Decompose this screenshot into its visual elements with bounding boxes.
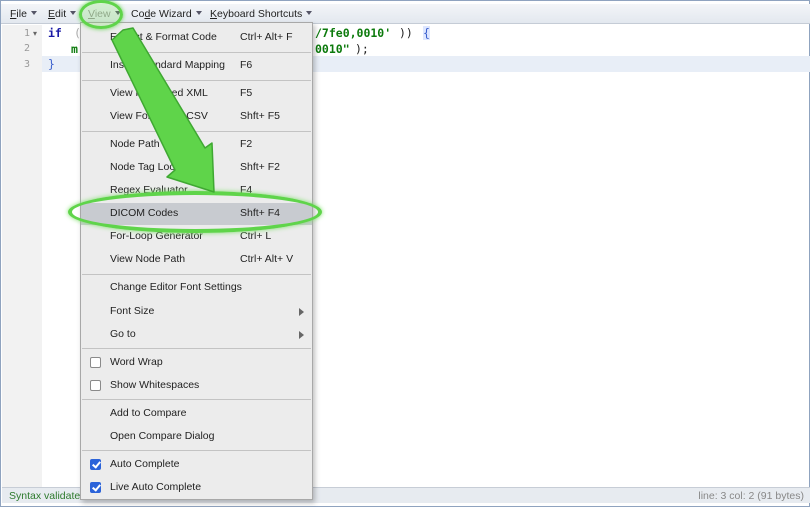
menu-item-label: View Node Path	[110, 253, 186, 265]
code-line2-string: 0010"	[315, 42, 350, 56]
show-whitespaces-checkbox[interactable]	[90, 380, 101, 391]
menu-item-label: Node Path Lookup	[110, 138, 197, 150]
menu-item-shortcut: F2	[240, 138, 253, 150]
cursor-position: line: 3 col: 2 (91 bytes)	[698, 490, 804, 502]
menu-item-extract-format-code[interactable]: Extract & Format Code Ctrl+ Alt+ F	[81, 27, 312, 49]
menu-item-auto-complete[interactable]: Auto Complete	[81, 454, 312, 476]
code-wizard-pre: Co	[131, 8, 145, 20]
menu-separator	[82, 348, 311, 349]
menu-item-add-to-compare[interactable]: Add to Compare	[81, 403, 312, 425]
menu-separator	[82, 80, 311, 81]
menu-item-open-compare-dialog[interactable]: Open Compare Dialog	[81, 426, 312, 448]
file-caret-icon	[30, 11, 37, 15]
code-close-parens: ))	[399, 26, 413, 40]
word-wrap-checkbox[interactable]	[90, 357, 101, 368]
menu-item-node-tag-lookup[interactable]: Node Tag Lookup Shft+ F2	[81, 157, 312, 179]
menu-item-live-auto-complete[interactable]: Live Auto Complete	[81, 477, 312, 499]
menu-item-shortcut: Ctrl+ Alt+ V	[240, 253, 294, 265]
menu-item-shortcut: Shft+ F5	[240, 110, 280, 122]
menu-item-label: Font Size	[110, 305, 155, 317]
menu-item-shortcut: F6	[240, 59, 253, 71]
code-wizard-caret-icon	[195, 11, 202, 15]
menu-item-label: Open Compare Dialog	[110, 430, 215, 442]
menu-item-shortcut: F5	[240, 87, 253, 99]
code-wizard-label: e Wizard	[150, 8, 192, 20]
menu-item-shortcut: Ctrl+ L	[240, 230, 272, 242]
menu-item-label: Node Tag Lookup	[110, 161, 193, 173]
line-number-gutter: 1 ▾ 2 3	[2, 25, 42, 487]
file-menu-label: ile	[16, 8, 27, 20]
code-open-brace: {	[423, 26, 430, 40]
file-menu[interactable]: File	[10, 8, 37, 22]
code-close-brace: }	[48, 57, 55, 71]
menu-item-go-to[interactable]: Go to	[81, 324, 312, 346]
menu-item-label: Insert Standard Mapping	[110, 59, 225, 71]
menu-item-font-size[interactable]: Font Size	[81, 301, 312, 323]
menu-item-label: Change Editor Font Settings	[110, 281, 242, 293]
menu-separator	[82, 131, 311, 132]
code-keyword-if: if	[48, 26, 62, 40]
menu-item-label: Extract & Format Code	[110, 31, 217, 43]
menu-item-label: Auto Complete	[110, 458, 180, 470]
menu-separator	[82, 52, 311, 53]
menu-item-label: Live Auto Complete	[110, 481, 202, 493]
menu-separator	[82, 450, 311, 451]
code-line2-start: m	[71, 42, 78, 56]
menu-item-label: View Formatted CSV	[110, 110, 208, 122]
keyboard-shortcuts-menu[interactable]: Keyboard Shortcuts	[210, 8, 313, 22]
live-auto-complete-checkbox[interactable]	[90, 482, 101, 493]
view-dropdown-menu: Extract & Format Code Ctrl+ Alt+ F Inser…	[80, 22, 313, 500]
menu-item-insert-standard-mapping[interactable]: Insert Standard Mapping F6	[81, 55, 312, 77]
code-wizard-menu[interactable]: Code Wizard	[131, 8, 202, 22]
keyboard-shortcuts-caret-icon	[306, 11, 313, 15]
fold-toggle-icon[interactable]: ▾	[33, 29, 37, 38]
edit-menu-label: dit	[55, 8, 67, 20]
syntax-status: Syntax validated	[9, 490, 87, 502]
keyboard-shortcuts-mnemonic: K	[210, 8, 218, 20]
edit-caret-icon	[70, 11, 77, 15]
menu-item-label: View Formatted XML	[110, 87, 208, 99]
edit-menu-mnemonic: E	[48, 8, 56, 20]
menu-item-view-formatted-csv[interactable]: View Formatted CSV Shft+ F5	[81, 106, 312, 128]
menu-item-shortcut: Ctrl+ Alt+ F	[240, 31, 293, 43]
view-menu-highlight-ellipse	[79, 0, 123, 29]
edit-menu[interactable]: Edit	[48, 8, 77, 22]
code-string-fragment: /7fe0,0010'	[315, 26, 392, 40]
submenu-arrow-icon	[299, 331, 304, 339]
menu-item-view-formatted-xml[interactable]: View Formatted XML F5	[81, 83, 312, 105]
submenu-arrow-icon	[299, 308, 304, 316]
line-number: 2	[23, 43, 30, 54]
menu-item-label: Add to Compare	[110, 407, 187, 419]
dicom-codes-highlight-ellipse	[68, 191, 322, 233]
keyboard-shortcuts-label: eyboard Shortcuts	[217, 8, 303, 20]
line-number: 3	[23, 59, 30, 70]
menu-item-label: Word Wrap	[110, 356, 163, 368]
menu-item-label: Show Whitespaces	[110, 379, 200, 391]
code-line2-tail: );	[355, 42, 369, 56]
menu-item-shortcut: Shft+ F2	[240, 161, 280, 173]
menu-item-label: Go to	[110, 328, 136, 340]
auto-complete-checkbox[interactable]	[90, 459, 101, 470]
menu-item-word-wrap[interactable]: Word Wrap	[81, 352, 312, 374]
line-number: 1	[23, 28, 30, 39]
menu-item-node-path-lookup[interactable]: Node Path Lookup F2	[81, 134, 312, 156]
menu-item-view-node-path[interactable]: View Node Path Ctrl+ Alt+ V	[81, 249, 312, 271]
menu-separator	[82, 274, 311, 275]
menu-separator	[82, 399, 311, 400]
menu-item-change-editor-font-settings[interactable]: Change Editor Font Settings	[81, 277, 312, 299]
menu-item-show-whitespaces[interactable]: Show Whitespaces	[81, 375, 312, 397]
